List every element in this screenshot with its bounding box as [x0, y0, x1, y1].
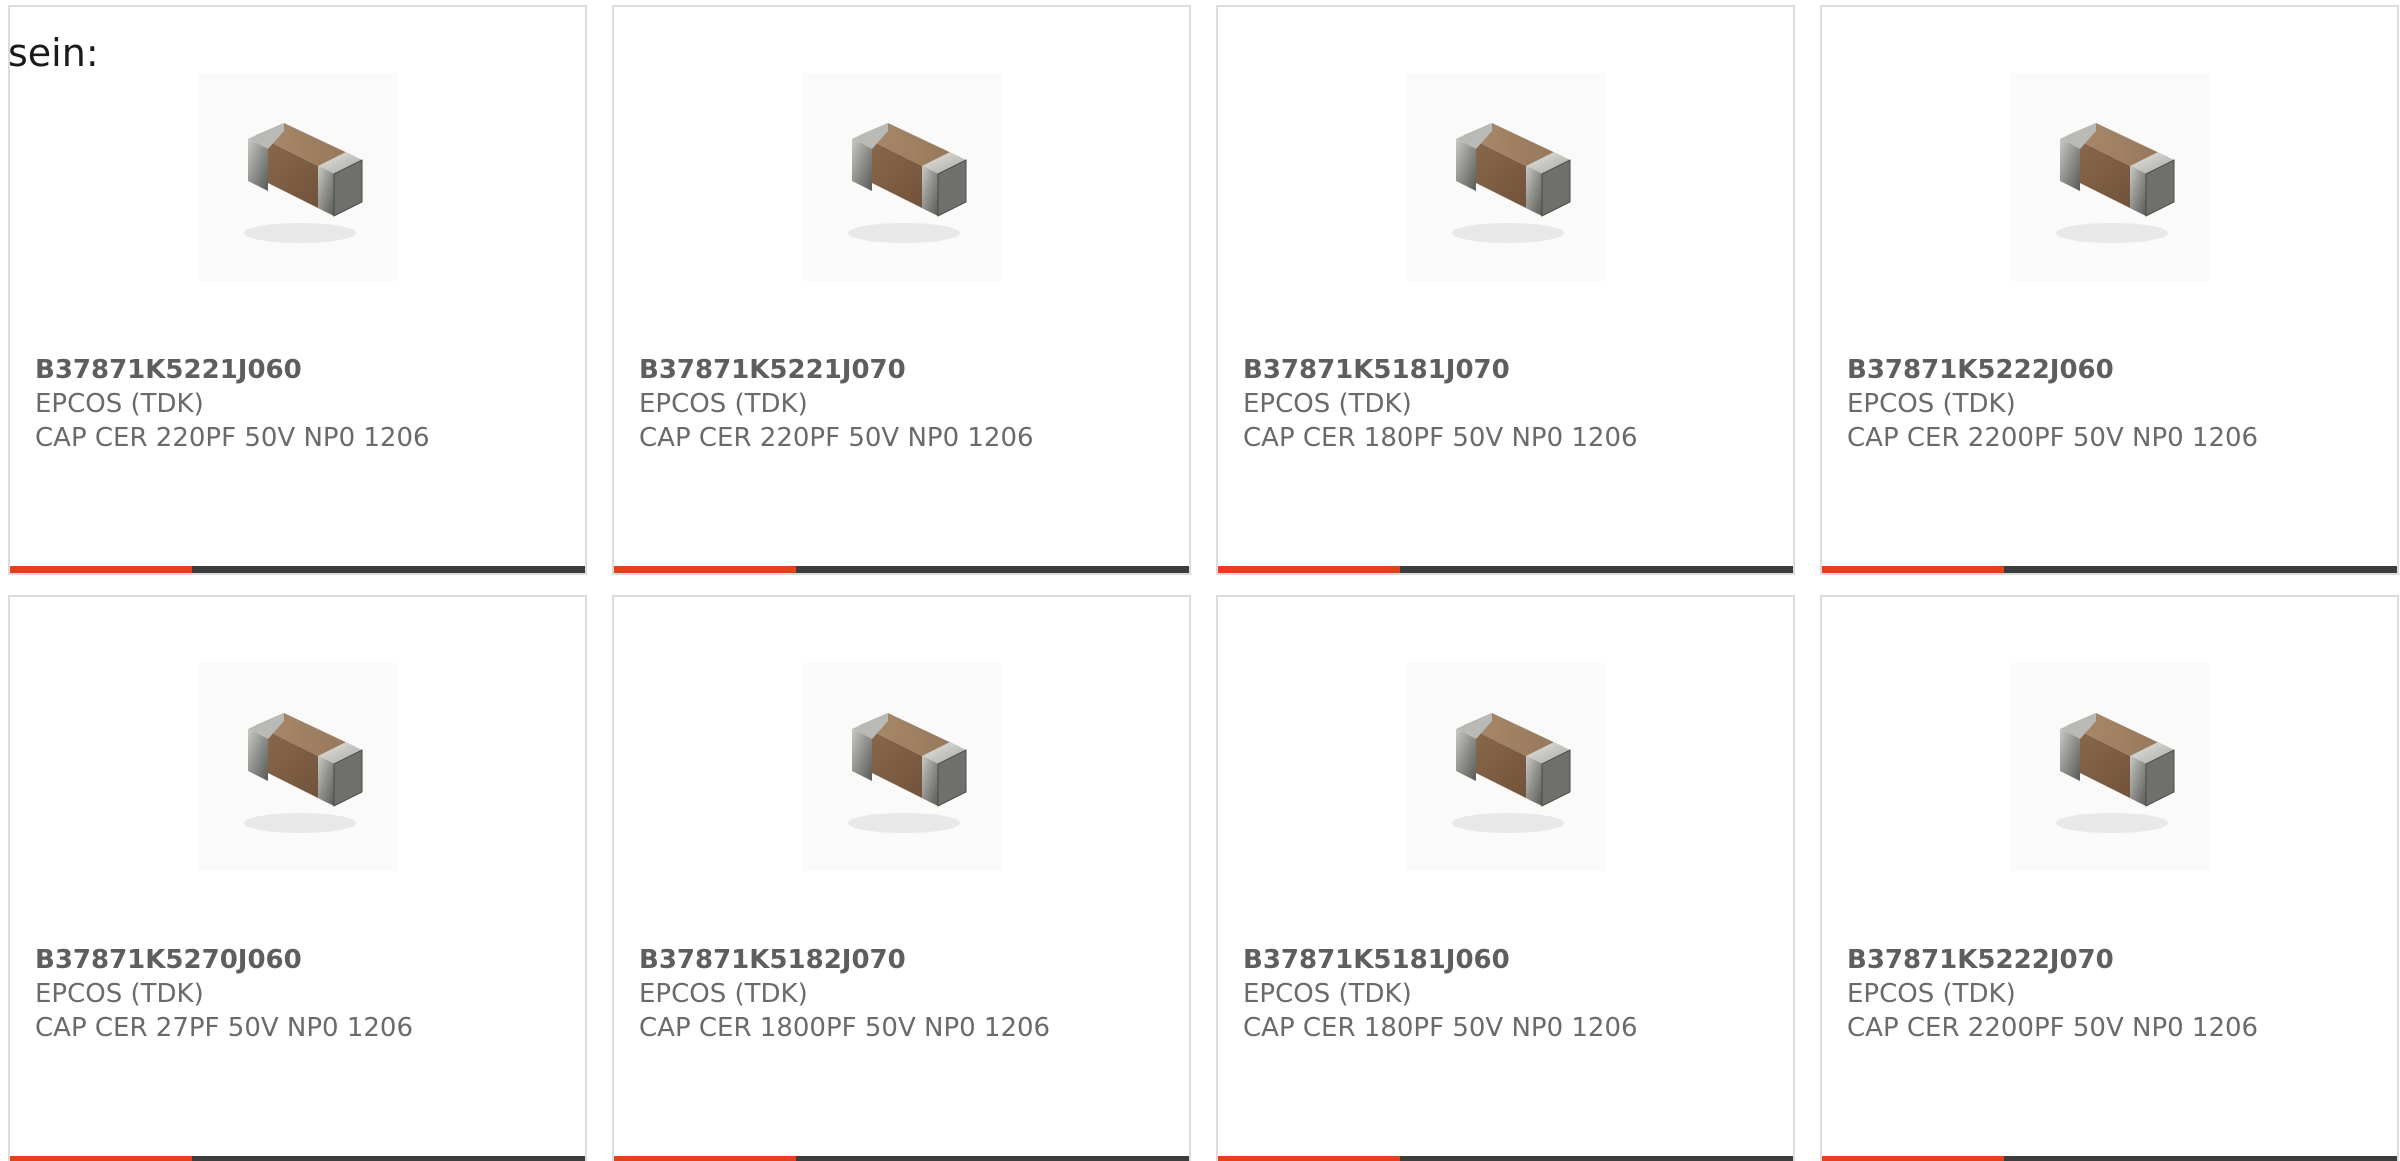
ceramic-capacitor-icon: [1406, 663, 1606, 871]
product-card[interactable]: B37871K5221J070 EPCOS (TDK) CAP CER 220P…: [612, 5, 1191, 575]
part-number[interactable]: B37871K5221J070: [639, 353, 1179, 387]
product-description: CAP CER 1800PF 50V NP0 1206: [639, 1013, 1051, 1043]
manufacturer: EPCOS (TDK): [1847, 979, 2016, 1009]
card-accent-bar: [1822, 566, 2004, 573]
product-info: B37871K5222J070 EPCOS (TDK) CAP CER 2200…: [1847, 943, 2387, 1045]
card-bottom-bar: [1218, 1156, 1793, 1161]
manufacturer: EPCOS (TDK): [639, 389, 808, 419]
intro-text: sein:: [8, 31, 99, 75]
product-info: B37871K5181J060 EPCOS (TDK) CAP CER 180P…: [1243, 943, 1783, 1045]
product-card[interactable]: B37871K5181J070 EPCOS (TDK) CAP CER 180P…: [1216, 5, 1795, 575]
product-card[interactable]: B37871K5222J060 EPCOS (TDK) CAP CER 2200…: [1820, 5, 2399, 575]
card-accent-bar: [1218, 1156, 1400, 1161]
product-card[interactable]: B37871K5270J060 EPCOS (TDK) CAP CER 27PF…: [8, 595, 587, 1161]
product-description: CAP CER 180PF 50V NP0 1206: [1243, 1013, 1638, 1043]
ceramic-capacitor-icon: [198, 73, 398, 281]
part-number[interactable]: B37871K5182J070: [639, 943, 1179, 977]
product-card[interactable]: B37871K5222J070 EPCOS (TDK) CAP CER 2200…: [1820, 595, 2399, 1161]
card-bottom-bar: [614, 1156, 1189, 1161]
card-bottom-bar: [10, 1156, 585, 1161]
product-description: CAP CER 27PF 50V NP0 1206: [35, 1013, 414, 1043]
product-card[interactable]: B37871K5181J060 EPCOS (TDK) CAP CER 180P…: [1216, 595, 1795, 1161]
part-number[interactable]: B37871K5221J060: [35, 353, 575, 387]
product-info: B37871K5222J060 EPCOS (TDK) CAP CER 2200…: [1847, 353, 2387, 455]
card-accent-bar: [10, 566, 192, 573]
product-info: B37871K5270J060 EPCOS (TDK) CAP CER 27PF…: [35, 943, 575, 1045]
product-info: B37871K5221J070 EPCOS (TDK) CAP CER 220P…: [639, 353, 1179, 455]
product-card[interactable]: B37871K5221J060 EPCOS (TDK) CAP CER 220P…: [8, 5, 587, 575]
card-accent-bar: [614, 566, 796, 573]
product-description: CAP CER 180PF 50V NP0 1206: [1243, 423, 1638, 453]
part-number[interactable]: B37871K5222J070: [1847, 943, 2387, 977]
card-bottom-bar: [10, 566, 585, 573]
manufacturer: EPCOS (TDK): [1243, 979, 1412, 1009]
product-description: CAP CER 220PF 50V NP0 1206: [639, 423, 1034, 453]
ceramic-capacitor-icon: [2010, 73, 2210, 281]
manufacturer: EPCOS (TDK): [639, 979, 808, 1009]
ceramic-capacitor-icon: [802, 73, 1002, 281]
card-accent-bar: [614, 1156, 796, 1161]
card-accent-bar: [10, 1156, 192, 1161]
ceramic-capacitor-icon: [802, 663, 1002, 871]
part-number[interactable]: B37871K5181J060: [1243, 943, 1783, 977]
product-grid-page: sein: B37871K5221J060 EPCOS (TDK) CAP CE…: [0, 0, 2400, 1161]
ceramic-capacitor-icon: [1406, 73, 1606, 281]
product-info: B37871K5182J070 EPCOS (TDK) CAP CER 1800…: [639, 943, 1179, 1045]
ceramic-capacitor-icon: [198, 663, 398, 871]
product-info: B37871K5221J060 EPCOS (TDK) CAP CER 220P…: [35, 353, 575, 455]
card-bottom-bar: [1822, 566, 2397, 573]
ceramic-capacitor-icon: [2010, 663, 2210, 871]
manufacturer: EPCOS (TDK): [35, 389, 204, 419]
part-number[interactable]: B37871K5222J060: [1847, 353, 2387, 387]
product-description: CAP CER 220PF 50V NP0 1206: [35, 423, 430, 453]
card-bottom-bar: [1822, 1156, 2397, 1161]
product-info: B37871K5181J070 EPCOS (TDK) CAP CER 180P…: [1243, 353, 1783, 455]
card-accent-bar: [1218, 566, 1400, 573]
manufacturer: EPCOS (TDK): [1847, 389, 2016, 419]
part-number[interactable]: B37871K5181J070: [1243, 353, 1783, 387]
product-description: CAP CER 2200PF 50V NP0 1206: [1847, 1013, 2259, 1043]
product-description: CAP CER 2200PF 50V NP0 1206: [1847, 423, 2259, 453]
manufacturer: EPCOS (TDK): [1243, 389, 1412, 419]
manufacturer: EPCOS (TDK): [35, 979, 204, 1009]
card-bottom-bar: [1218, 566, 1793, 573]
card-accent-bar: [1822, 1156, 2004, 1161]
part-number[interactable]: B37871K5270J060: [35, 943, 575, 977]
card-bottom-bar: [614, 566, 1189, 573]
product-card[interactable]: B37871K5182J070 EPCOS (TDK) CAP CER 1800…: [612, 595, 1191, 1161]
